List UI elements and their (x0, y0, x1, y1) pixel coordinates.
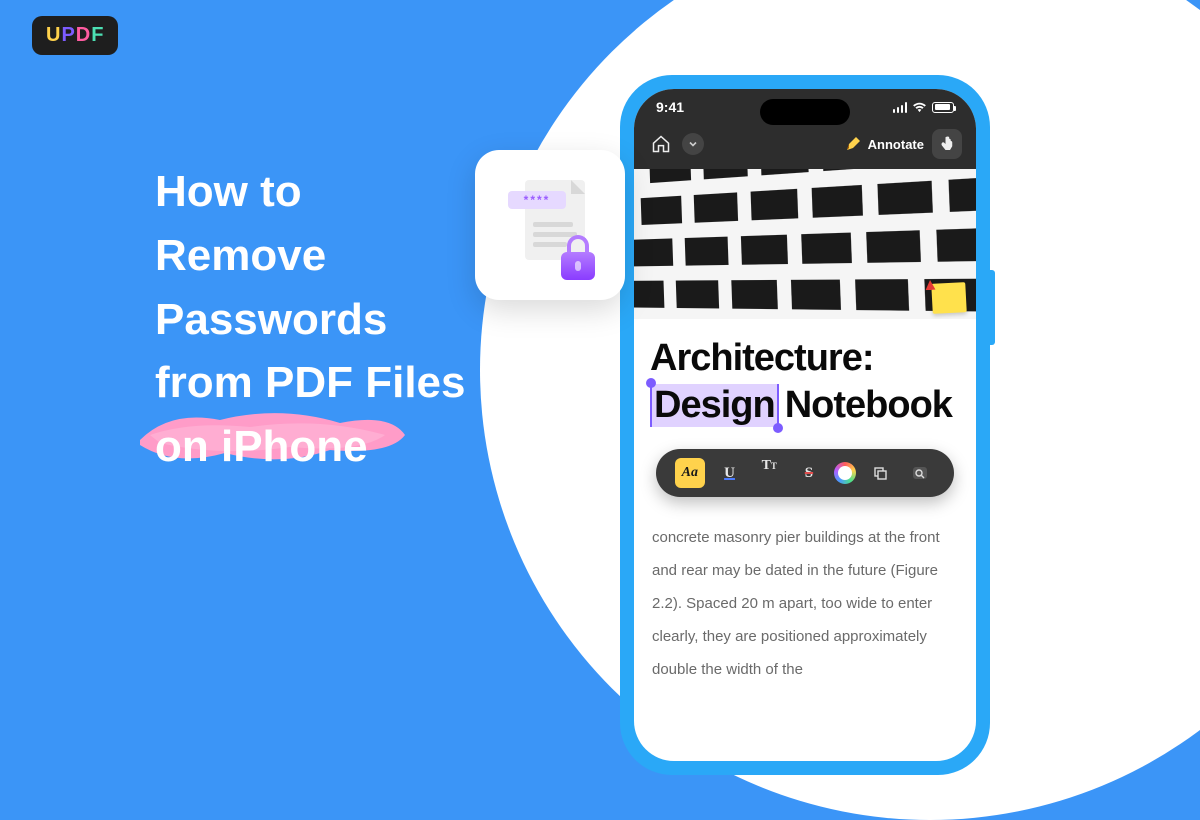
document-paragraph: concrete masonry pier buildings at the f… (650, 521, 960, 686)
copy-button[interactable] (865, 458, 895, 488)
format-toolbar: Aa U TT S (656, 449, 954, 497)
status-time: 9:41 (656, 99, 684, 115)
sticky-note-icon[interactable] (931, 282, 967, 314)
home-icon[interactable] (648, 131, 674, 157)
password-strip: **** (508, 191, 566, 209)
annotate-label: Annotate (868, 137, 924, 152)
signal-icon (893, 102, 908, 113)
heading-line-3: Passwords (155, 288, 466, 352)
status-bar: 9:41 (634, 89, 976, 121)
annotate-button[interactable]: Annotate (844, 135, 924, 153)
document-title-rest: Notebook (785, 384, 952, 426)
phone-screen: 9:41 Annotate (634, 89, 976, 761)
underline-button[interactable]: U (715, 458, 745, 488)
password-lock-card: **** (475, 150, 625, 300)
updf-logo: UPDF (32, 16, 118, 55)
phone-side-button (990, 270, 995, 345)
app-toolbar: Annotate (634, 121, 976, 169)
logo-letter-u: U (46, 24, 61, 46)
page-heading: How to Remove Passwords from PDF Files o… (155, 160, 466, 479)
dynamic-island (760, 99, 850, 125)
document-body: Architecture: DesignNotebook Aa U TT S c… (634, 319, 976, 686)
document-title-line1: Architecture: (650, 337, 960, 380)
heading-line-2: Remove (155, 224, 466, 288)
color-picker-button[interactable] (834, 462, 856, 484)
heading-line-5: on iPhone (155, 415, 466, 479)
logo-letter-d: D (76, 24, 91, 46)
heading-line-1: How to (155, 160, 466, 224)
lock-icon (561, 252, 595, 280)
logo-letter-f: F (91, 24, 104, 46)
logo-letter-p: P (61, 24, 75, 46)
dropdown-icon[interactable] (682, 133, 704, 155)
font-size-button[interactable]: TT (754, 458, 784, 488)
document-title-line2: DesignNotebook (650, 384, 960, 427)
strikethrough-button[interactable]: S (794, 458, 824, 488)
search-button[interactable] (905, 458, 935, 488)
iphone-mockup: 9:41 Annotate (620, 75, 990, 775)
document-header-image (634, 169, 976, 319)
text-style-button[interactable]: Aa (675, 458, 705, 488)
heading-line-4: from PDF Files (155, 351, 466, 415)
touch-mode-icon[interactable] (932, 129, 962, 159)
pen-icon (844, 135, 862, 153)
selected-text[interactable]: Design (650, 384, 779, 427)
battery-icon (932, 102, 954, 113)
wifi-icon (912, 102, 927, 113)
